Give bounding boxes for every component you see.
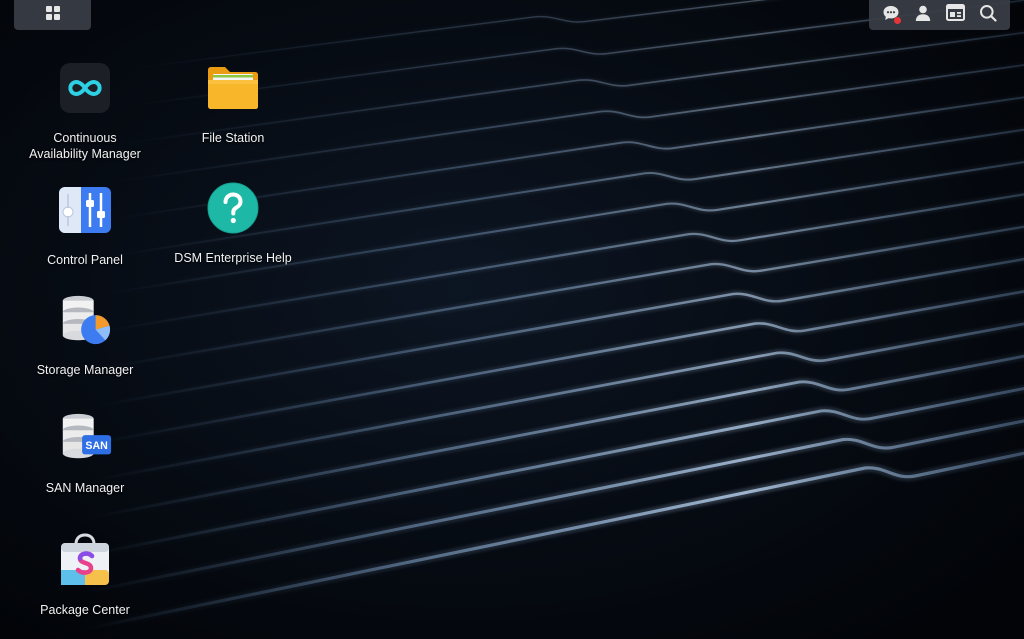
main-menu-icon xyxy=(45,5,61,26)
shopping-bag-icon xyxy=(57,532,113,588)
desktop-app-continuous-availability-manager[interactable]: Continuous Availability Manager xyxy=(10,60,160,162)
folder-icon xyxy=(205,60,261,116)
database-pie-icon xyxy=(57,292,113,348)
user-button[interactable] xyxy=(910,2,936,28)
search-icon xyxy=(979,4,997,27)
sliders-icon xyxy=(57,182,113,238)
search-button[interactable] xyxy=(975,2,1001,28)
desktop-app-file-station[interactable]: File Station xyxy=(158,60,308,146)
app-label: Continuous Availability Manager xyxy=(29,131,141,161)
desktop-app-storage-manager[interactable]: Storage Manager xyxy=(10,292,160,378)
chat-button[interactable] xyxy=(878,2,904,28)
database-san-icon: SAN xyxy=(57,410,113,466)
desktop-app-package-center[interactable]: Package Center xyxy=(10,532,160,618)
app-label: Storage Manager xyxy=(36,363,134,377)
app-label: File Station xyxy=(201,131,265,145)
question-icon xyxy=(205,180,261,236)
app-label: DSM Enterprise Help xyxy=(174,251,292,265)
desktop-app-san-manager[interactable]: SAN SAN Manager xyxy=(10,410,160,496)
desktop-app-dsm-enterprise-help[interactable]: DSM Enterprise Help xyxy=(158,180,308,266)
infinity-icon xyxy=(57,60,113,116)
main-menu-button[interactable] xyxy=(14,0,91,30)
desktop-app-control-panel[interactable]: Control Panel xyxy=(10,182,160,268)
widgets-icon xyxy=(946,4,966,26)
app-label: Control Panel xyxy=(47,253,123,267)
user-icon xyxy=(914,4,932,27)
san-badge: SAN xyxy=(85,440,107,452)
app-label: Package Center xyxy=(40,603,130,617)
widgets-button[interactable] xyxy=(943,2,969,28)
app-label: SAN Manager xyxy=(45,481,125,495)
system-tray xyxy=(869,0,1010,30)
